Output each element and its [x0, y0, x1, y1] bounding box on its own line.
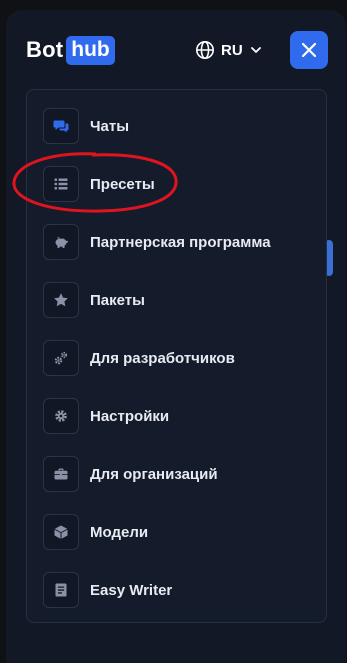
menu-item-models[interactable]: Модели: [43, 513, 148, 551]
language-code: RU: [221, 41, 243, 59]
menu-item-organizations[interactable]: Для организаций: [43, 455, 218, 493]
menu-item-easy-writer[interactable]: Easy Writer: [43, 571, 172, 609]
menu-icon-box: [43, 282, 79, 318]
menu-icon-box: [43, 572, 79, 608]
document-icon: [55, 583, 67, 597]
menu-icon-box: [43, 398, 79, 434]
chevron-down-icon: [250, 47, 261, 53]
menu-label: Пакеты: [90, 291, 145, 309]
navigation-menu: Чаты Пресеты Партнерская программа Пакет…: [26, 89, 327, 623]
menu-item-developers[interactable]: Для разработчиков: [43, 339, 235, 377]
piggy-bank-icon: [55, 236, 68, 248]
logo-text-hub: hub: [66, 35, 115, 65]
menu-item-settings[interactable]: Настройки: [43, 397, 169, 435]
menu-item-packages[interactable]: Пакеты: [43, 281, 145, 319]
close-icon: [301, 42, 317, 58]
list-icon: [54, 178, 68, 190]
menu-icon-box: [43, 456, 79, 492]
close-menu-button[interactable]: [290, 31, 328, 69]
menu-label: Easy Writer: [90, 581, 173, 599]
menu-label: Для организаций: [90, 465, 218, 483]
menu-icon-box: [43, 224, 79, 260]
bothub-logo[interactable]: Bot hub: [26, 35, 115, 65]
menu-icon-box: [43, 514, 79, 550]
menu-label: Для разработчиков: [90, 349, 235, 367]
menu-item-presets[interactable]: Пресеты: [43, 165, 155, 203]
cube-icon: [54, 525, 68, 539]
menu-item-chats[interactable]: Чаты: [43, 107, 129, 145]
menu-icon-box: [43, 340, 79, 376]
menu-label: Настройки: [90, 407, 170, 425]
chat-icon: [53, 120, 69, 133]
gears-icon: [54, 351, 68, 365]
menu-label: Модели: [90, 523, 149, 541]
briefcase-icon: [54, 468, 68, 480]
gear-icon: [55, 410, 67, 422]
language-selector[interactable]: RU: [195, 38, 262, 62]
globe-icon: [196, 41, 214, 59]
logo-text-bot: Bot: [26, 37, 64, 62]
menu-label: Партнерская программа: [90, 233, 271, 251]
menu-icon-box: [43, 108, 79, 144]
menu-label: Чаты: [90, 117, 130, 135]
menu-label: Пресеты: [90, 175, 155, 193]
menu-item-partner-program[interactable]: Партнерская программа: [43, 223, 271, 261]
star-icon: [54, 293, 68, 307]
menu-icon-box: [43, 166, 79, 202]
